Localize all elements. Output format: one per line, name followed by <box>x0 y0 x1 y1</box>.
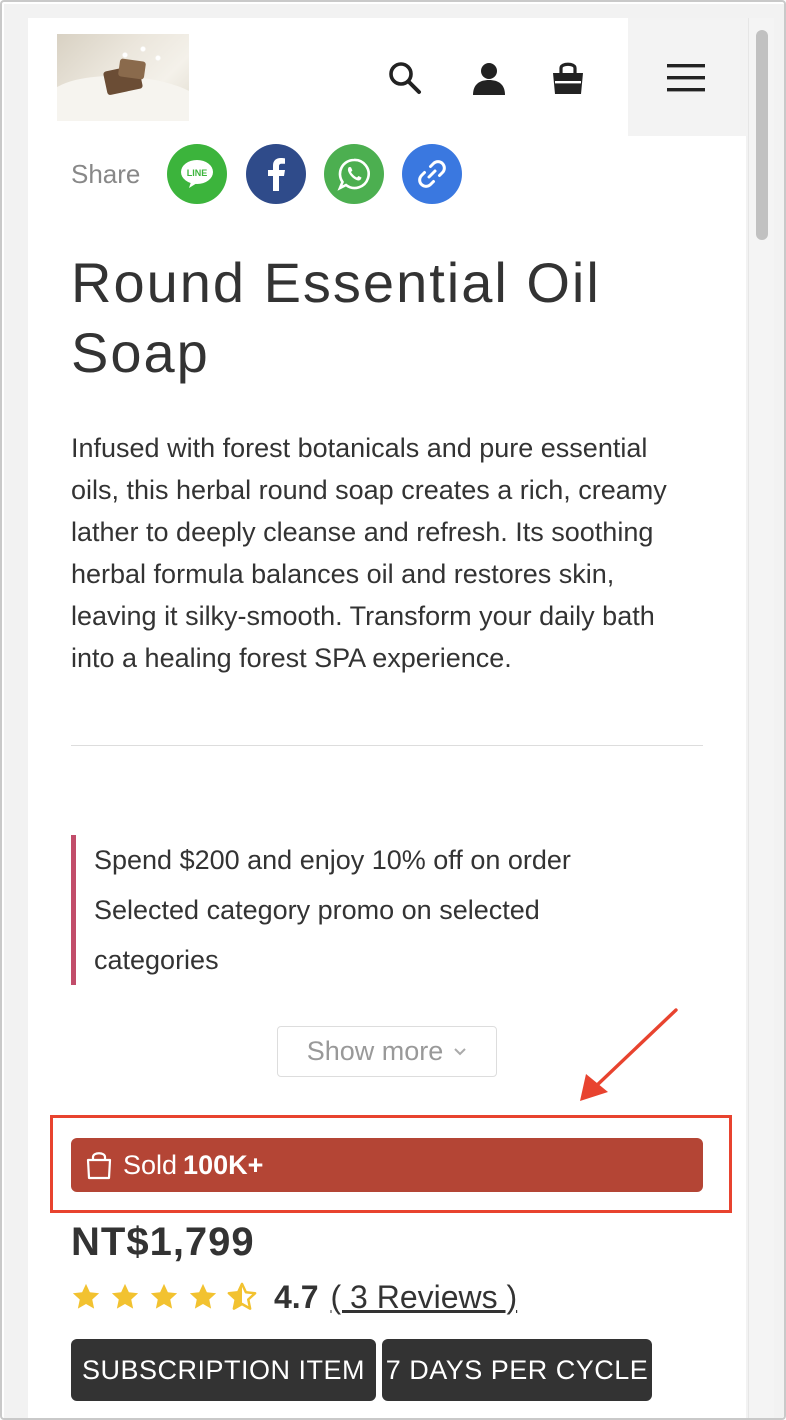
browser-frame: Share LINE Round Essential Oil Soap Infu… <box>0 0 786 1420</box>
whatsapp-icon <box>337 158 370 191</box>
show-more-button[interactable]: Show more <box>277 1026 497 1077</box>
search-icon[interactable] <box>385 58 425 98</box>
hamburger-menu-icon[interactable] <box>666 58 706 98</box>
site-header <box>28 18 748 136</box>
scrollbar-thumb[interactable] <box>756 30 768 240</box>
annotation-arrow <box>580 1008 678 1101</box>
chevron-down-icon <box>454 1047 466 1055</box>
svg-text:LINE: LINE <box>187 168 208 178</box>
subscription-item-tag: SUBSCRIPTION ITEM <box>71 1339 376 1401</box>
star-icon <box>150 1283 178 1309</box>
star-icon <box>72 1283 100 1309</box>
product-description: Infused with forest botanicals and pure … <box>71 433 667 673</box>
divider <box>71 745 703 746</box>
cycle-tag: 7 DAYS PER CYCLE <box>382 1339 652 1401</box>
promotion-list: Spend $200 and enjoy 10% off on order Se… <box>71 835 671 985</box>
cart-bag-icon[interactable] <box>548 58 588 98</box>
half-star-icon <box>227 1282 257 1310</box>
annotation-highlight-box <box>50 1115 732 1213</box>
star-icon <box>189 1283 217 1309</box>
share-facebook-button[interactable] <box>246 144 306 204</box>
share-label: Share <box>71 159 141 189</box>
store-logo[interactable] <box>57 34 189 121</box>
rating-value: 4.7 <box>274 1278 319 1315</box>
user-icon[interactable] <box>469 58 509 98</box>
facebook-icon <box>268 158 285 191</box>
promo-item[interactable]: Selected category promo on selected cate… <box>94 885 671 985</box>
product-price: NT$1,799 <box>71 1220 255 1264</box>
rating-row: 4.7 ( 3 Reviews ) <box>71 1275 517 1319</box>
promo-item[interactable]: Spend $200 and enjoy 10% off on order <box>94 835 671 885</box>
show-more-label: Show more <box>306 1036 444 1066</box>
logo-soap-bar-small <box>117 58 147 80</box>
reviews-link[interactable]: ( 3 Reviews ) <box>330 1279 517 1316</box>
share-copy-link-button[interactable] <box>402 144 462 204</box>
line-icon: LINE <box>181 160 213 188</box>
scrollbar[interactable] <box>748 18 774 1418</box>
star-icon <box>111 1283 139 1309</box>
link-icon <box>418 160 446 188</box>
share-whatsapp-button[interactable] <box>324 144 384 204</box>
product-title: Round Essential Oil Soap <box>71 251 601 384</box>
share-line-button[interactable]: LINE <box>167 144 227 204</box>
